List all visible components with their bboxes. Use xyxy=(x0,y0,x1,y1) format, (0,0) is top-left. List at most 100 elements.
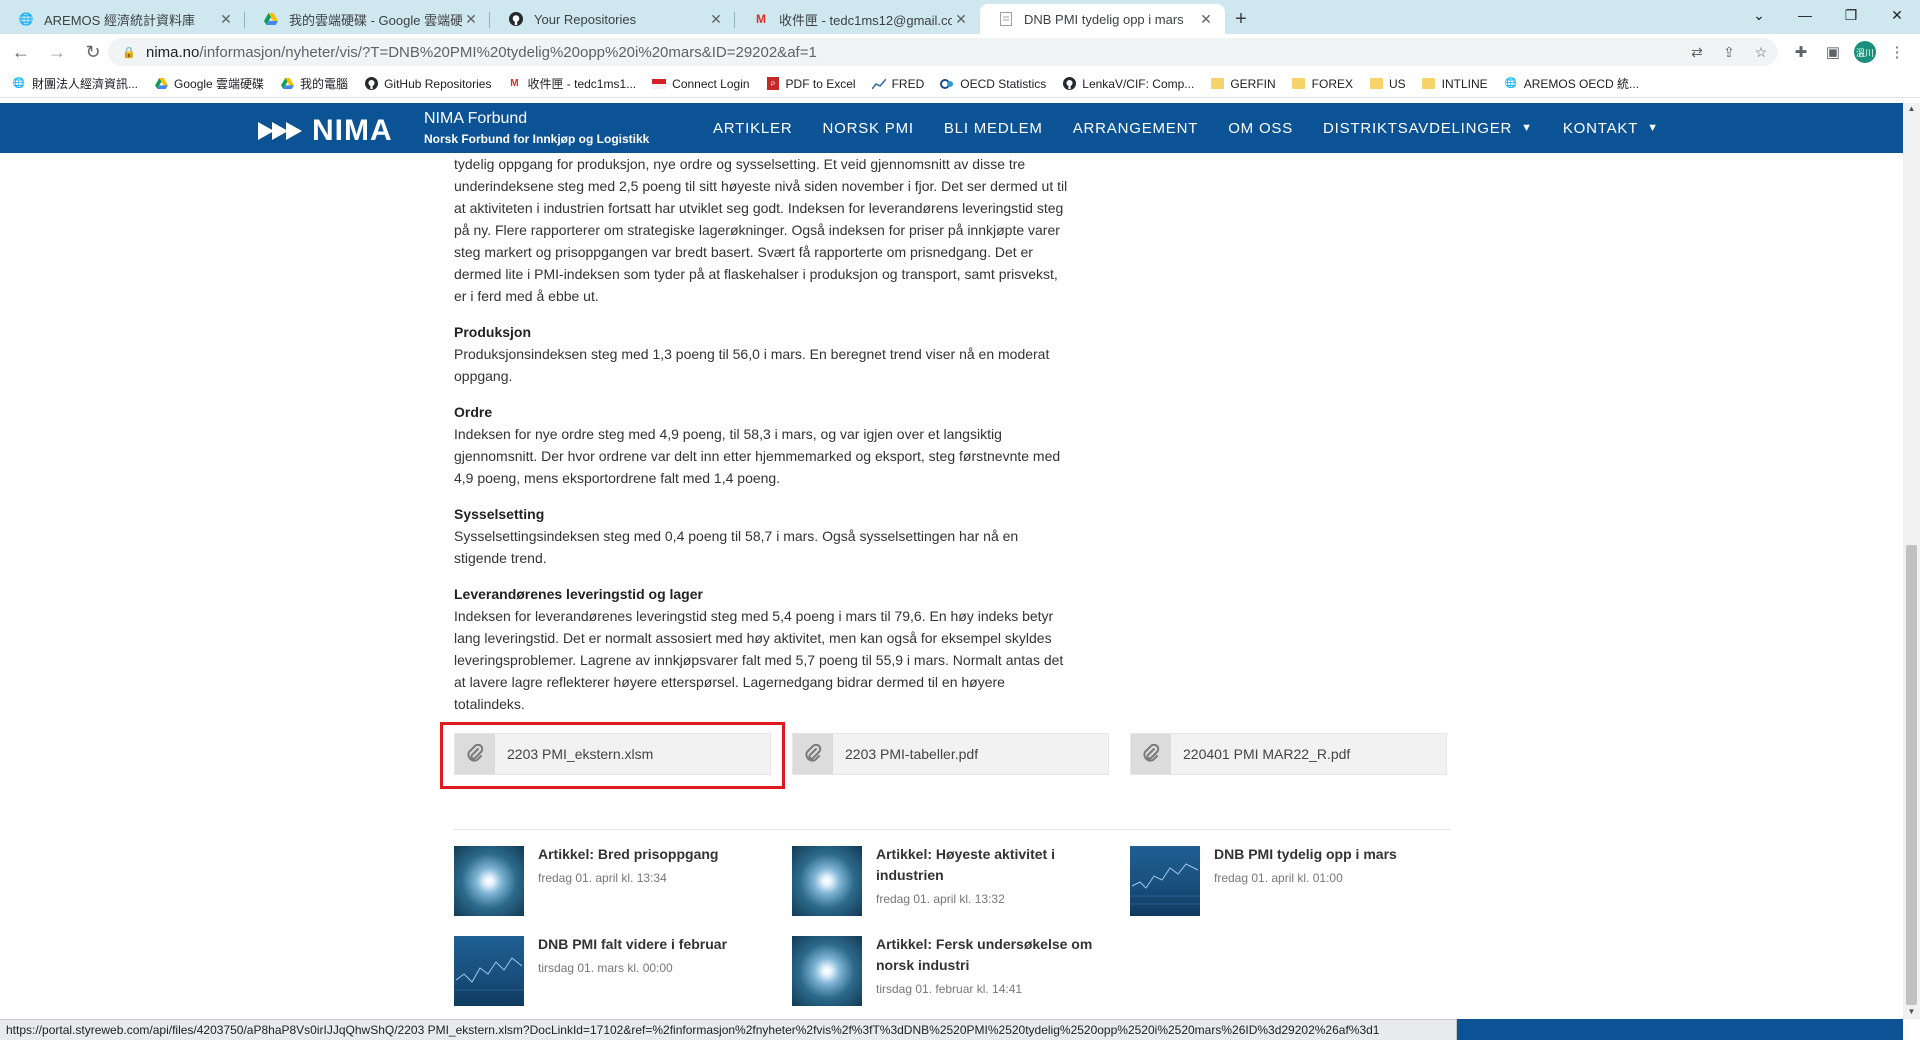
bookmark-item[interactable]: M 收件匣 - tedc1ms1... xyxy=(507,75,636,92)
footer-strip xyxy=(1457,1019,1903,1040)
google-drive-icon xyxy=(154,77,168,91)
bookmark-folder[interactable]: GERFIN xyxy=(1210,76,1276,91)
bookmark-star-icon[interactable]: ☆ xyxy=(1751,42,1771,62)
related-date: fredag 01. april kl. 13:32 xyxy=(876,892,1005,906)
section-text: Indeksen for leverandørenes leveringstid… xyxy=(454,608,1064,712)
related-article[interactable]: DNB PMI falt videre i februar tirsdag 01… xyxy=(454,936,774,1016)
article-body: tydelig oppgang for produksjon, nye ordr… xyxy=(454,153,1074,715)
bookmark-item[interactable]: 🌐 財團法人經濟資訊... xyxy=(12,75,138,92)
bookmark-label: AREMOS OECD 統... xyxy=(1523,77,1640,91)
bookmark-item[interactable]: 我的電腦 xyxy=(280,75,348,92)
article-thumbnail xyxy=(1130,846,1200,916)
nav-label: KONTAKT xyxy=(1562,119,1639,137)
related-article[interactable]: Artikkel: Fersk undersøkelse om norsk in… xyxy=(792,936,1112,1016)
tab-title: Your Repositories xyxy=(534,11,637,27)
bookmark-folder[interactable]: US xyxy=(1369,77,1406,91)
tab-title: DNB PMI tydelig opp i mars xyxy=(1024,11,1184,27)
section-heading: Produksjon xyxy=(454,324,532,340)
section-heading: Sysselsetting xyxy=(454,506,545,522)
bookmark-item[interactable]: P PDF to Excel xyxy=(766,77,856,91)
bookmark-item[interactable]: 🌐 AREMOS OECD 統... xyxy=(1504,75,1639,92)
nav-om-oss[interactable]: OM OSS xyxy=(1228,120,1293,137)
profile-avatar[interactable]: 溫川 xyxy=(1854,41,1876,63)
chart-icon xyxy=(871,77,886,91)
bookmark-item[interactable]: OECD Statistics xyxy=(940,77,1046,91)
nima-logo[interactable]: NIMA xyxy=(258,114,393,148)
new-tab-button[interactable]: + xyxy=(1225,4,1257,34)
flag-icon xyxy=(652,77,667,91)
bookmark-item[interactable]: LenkaV/CIF: Comp... xyxy=(1062,77,1194,91)
bookmark-item[interactable]: Connect Login xyxy=(652,76,750,91)
scroll-up-icon[interactable]: ▲ xyxy=(1906,104,1917,113)
bookmark-label: FOREX xyxy=(1311,76,1353,91)
logo-text: NIMA xyxy=(312,114,393,147)
bookmark-item[interactable]: GitHub Repositories xyxy=(364,77,491,91)
window-close-icon[interactable]: ✕ xyxy=(1874,0,1920,30)
section-text: Produksjonsindeksen steg med 1,3 poeng t… xyxy=(454,346,1050,384)
forward-icon[interactable]: → xyxy=(42,37,72,67)
nav-arrangement[interactable]: ARRANGEMENT xyxy=(1073,120,1198,137)
nav-bli-medlem[interactable]: BLI MEDLEM xyxy=(944,120,1043,137)
related-article[interactable]: Artikkel: Bred prisoppgang fredag 01. ap… xyxy=(454,846,774,926)
close-icon[interactable]: ✕ xyxy=(462,11,480,28)
restore-icon[interactable]: ❐ xyxy=(1828,0,1874,30)
article-thumbnail xyxy=(792,846,862,916)
nav-artikler[interactable]: ARTIKLER xyxy=(713,120,792,137)
bookmark-label: FRED xyxy=(891,76,925,91)
attachment-link[interactable]: 220401 PMI MAR22_R.pdf xyxy=(1130,733,1447,775)
browser-tab-active[interactable]: DNB PMI tydelig opp i mars ✕ xyxy=(980,4,1225,34)
gmail-icon: M xyxy=(756,12,766,26)
close-icon[interactable]: ✕ xyxy=(707,11,725,28)
browser-tab[interactable]: 🌐 AREMOS 經濟統計資料庫 ✕ xyxy=(0,4,245,34)
nav-norsk-pmi[interactable]: NORSK PMI xyxy=(822,120,913,137)
highlight-box xyxy=(440,722,785,789)
status-link-url: https://portal.styreweb.com/api/files/42… xyxy=(0,1019,1457,1040)
bookmark-label: 我的電腦 xyxy=(300,77,349,91)
bookmark-folder[interactable]: INTLINE xyxy=(1422,77,1488,91)
paperclip-icon xyxy=(793,734,833,774)
scroll-down-icon[interactable]: ▼ xyxy=(1906,1007,1917,1016)
tab-search-icon[interactable]: ⌄ xyxy=(1736,0,1782,30)
related-article[interactable]: Artikkel: Høyeste aktivitet i industrien… xyxy=(792,846,1112,926)
side-panel-icon[interactable]: ▣ xyxy=(1822,41,1844,63)
browser-tab[interactable]: 我的雲端硬碟 - Google 雲端硬碟 ✕ xyxy=(245,4,490,34)
url-path: /informasjon/nyheter/vis/?T=DNB%20PMI%20… xyxy=(199,43,817,61)
oecd-icon xyxy=(940,77,954,91)
article-section: Sysselsetting Sysselsettingsindeksen ste… xyxy=(454,503,1074,569)
nav-label: BLI MEDLEM xyxy=(943,119,1043,137)
share-icon[interactable]: ⇪ xyxy=(1719,42,1739,62)
address-bar[interactable]: 🔒 nima.no/informasjon/nyheter/vis/?T=DNB… xyxy=(108,38,1778,66)
bookmark-item[interactable]: Google 雲端硬碟 xyxy=(154,75,264,92)
attachment-link[interactable]: 2203 PMI-tabeller.pdf xyxy=(792,733,1109,775)
related-date: tirsdag 01. mars kl. 00:00 xyxy=(538,961,673,975)
article-section: Produksjon Produksjonsindeksen steg med … xyxy=(454,321,1074,387)
close-icon[interactable]: ✕ xyxy=(217,11,235,28)
org-name: NIMA Forbund xyxy=(424,110,528,127)
reload-icon[interactable]: ↻ xyxy=(78,37,108,67)
section-text: Indeksen for nye ordre steg med 4,9 poen… xyxy=(454,426,1061,486)
main-nav: ARTIKLER NORSK PMI BLI MEDLEM ARRANGEMEN… xyxy=(713,103,1689,153)
extensions-icon[interactable]: ✚ xyxy=(1790,41,1812,63)
close-icon[interactable]: ✕ xyxy=(952,11,970,28)
bookmark-folder[interactable]: FOREX xyxy=(1292,77,1353,91)
article-thumbnail xyxy=(454,936,524,1006)
nav-distriktsavdelinger[interactable]: DISTRIKTSAVDELINGER ▼ xyxy=(1323,120,1533,137)
related-title: Artikkel: Fersk undersøkelse om norsk in… xyxy=(876,936,1093,973)
bookmark-label: GERFIN xyxy=(1230,76,1276,91)
back-icon[interactable]: ← xyxy=(6,37,36,67)
browser-toolbar: ← → ↻ 🔒 nima.no/informasjon/nyheter/vis/… xyxy=(0,34,1920,70)
browser-tab[interactable]: Your Repositories ✕ xyxy=(490,4,735,34)
bookmark-item[interactable]: FRED xyxy=(871,76,925,91)
bookmark-label: Connect Login xyxy=(672,76,750,91)
minimize-icon[interactable]: — xyxy=(1782,0,1828,30)
bookmark-label: PDF to Excel xyxy=(785,76,856,91)
browser-tab[interactable]: M 收件匣 - tedc1ms12@gmail.com ✕ xyxy=(735,4,980,34)
related-article[interactable]: DNB PMI tydelig opp i mars fredag 01. ap… xyxy=(1130,846,1450,926)
translate-icon[interactable]: ⇄ xyxy=(1687,42,1707,62)
menu-icon[interactable]: ⋮ xyxy=(1886,41,1908,63)
nav-kontakt[interactable]: KONTAKT ▼ xyxy=(1563,120,1659,137)
folder-icon xyxy=(1292,77,1306,91)
tab-title: 我的雲端硬碟 - Google 雲端硬碟 xyxy=(289,12,462,28)
scrollbar-thumb[interactable] xyxy=(1906,545,1917,1005)
close-icon[interactable]: ✕ xyxy=(1197,11,1215,28)
